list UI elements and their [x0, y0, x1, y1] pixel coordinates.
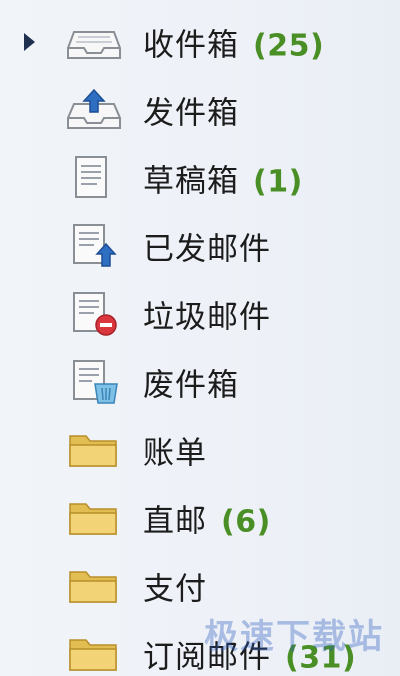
outbox-icon	[64, 86, 124, 134]
folder-item-trash[interactable]: 废件箱	[0, 348, 400, 416]
folder-label: 垃圾邮件	[143, 299, 271, 336]
folder-icon	[64, 494, 124, 542]
folder-label: 账单	[143, 435, 207, 472]
unread-count: (25)	[253, 28, 325, 64]
folder-icon	[64, 426, 124, 474]
folder-item-sent[interactable]: 已发邮件	[0, 212, 400, 280]
folder-item-direct-mail[interactable]: 直邮 (6)	[0, 484, 400, 552]
mail-folder-panel: 收件箱 (25) 发件箱 草稿箱 (1) 已发邮件 垃圾邮件 废件箱 账单 直邮…	[0, 0, 400, 676]
folder-label: 已发邮件	[143, 231, 271, 268]
folder-item-drafts[interactable]: 草稿箱 (1)	[0, 144, 400, 212]
unread-count: (1)	[253, 164, 303, 200]
folder-item-subscriptions[interactable]: 订阅邮件 (31)	[0, 620, 400, 676]
drafts-icon	[64, 154, 124, 202]
folder-icon	[64, 630, 124, 676]
folder-item-payment[interactable]: 支付	[0, 552, 400, 620]
inbox-icon	[64, 18, 124, 66]
folder-item-spam[interactable]: 垃圾邮件	[0, 280, 400, 348]
folder-list: 收件箱 (25) 发件箱 草稿箱 (1) 已发邮件 垃圾邮件 废件箱 账单 直邮…	[0, 8, 400, 676]
folder-item-inbox[interactable]: 收件箱 (25)	[0, 8, 400, 76]
spam-icon	[64, 290, 124, 338]
folder-label: 订阅邮件	[143, 639, 271, 676]
folder-label: 草稿箱	[143, 163, 239, 200]
unread-count: (31)	[285, 640, 357, 676]
folder-item-bills[interactable]: 账单	[0, 416, 400, 484]
folder-label: 支付	[143, 571, 207, 608]
sent-mail-icon	[64, 222, 124, 270]
folder-item-outbox[interactable]: 发件箱	[0, 76, 400, 144]
trash-icon	[64, 358, 124, 406]
folder-label: 收件箱	[143, 27, 239, 64]
folder-label: 废件箱	[143, 367, 239, 404]
selected-arrow-icon	[24, 33, 35, 51]
unread-count: (6)	[221, 504, 271, 540]
folder-label: 直邮	[143, 503, 207, 540]
folder-icon	[64, 562, 124, 610]
folder-label: 发件箱	[143, 95, 239, 132]
